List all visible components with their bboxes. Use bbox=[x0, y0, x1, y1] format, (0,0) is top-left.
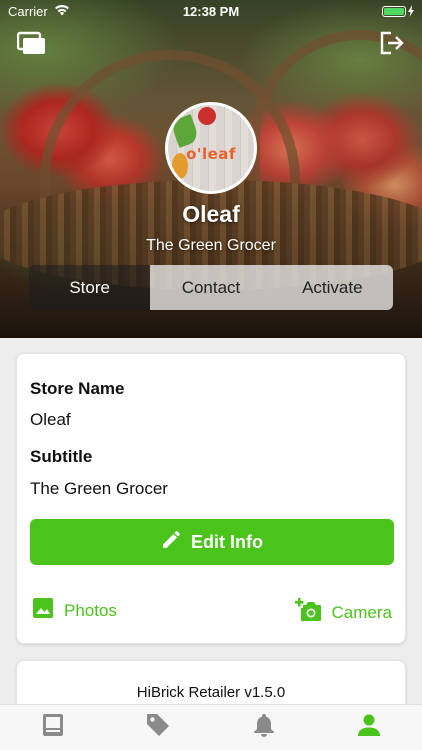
photos-button[interactable]: Photos bbox=[32, 597, 117, 624]
segment-store[interactable]: Store bbox=[29, 265, 151, 310]
logout-icon[interactable] bbox=[378, 30, 408, 58]
edit-info-label: Edit Info bbox=[191, 531, 263, 552]
camera-button[interactable]: Camera bbox=[294, 597, 392, 628]
subtitle-value: The Green Grocer bbox=[30, 479, 168, 498]
store-name-value: Oleaf bbox=[30, 410, 71, 429]
tag-icon bbox=[145, 712, 171, 743]
segment-contact[interactable]: Contact bbox=[150, 265, 272, 310]
carrier-label: Carrier bbox=[8, 3, 48, 19]
pencil-icon bbox=[161, 530, 181, 555]
battery-level bbox=[384, 7, 404, 15]
wifi-icon bbox=[54, 4, 70, 19]
segment-activate[interactable]: Activate bbox=[271, 265, 393, 310]
camera-label: Camera bbox=[331, 602, 392, 622]
bottom-tab-bar bbox=[0, 704, 422, 750]
bell-icon bbox=[253, 712, 275, 743]
store-subtitle-heading: The Green Grocer bbox=[146, 237, 276, 254]
tab-notifications[interactable] bbox=[211, 705, 317, 750]
image-icon bbox=[32, 597, 54, 624]
store-header-banner: Carrier 12:38 PM o'leaf Oleaf The Green … bbox=[0, 0, 422, 338]
app-version-text: HiBrick Retailer v1.5.0 bbox=[136, 684, 286, 701]
catalog-icon bbox=[42, 713, 64, 742]
profile-segmented-control: Store Contact Activate bbox=[29, 265, 393, 310]
store-avatar[interactable]: o'leaf bbox=[165, 102, 257, 194]
battery-icon bbox=[382, 5, 414, 17]
profile-icon bbox=[357, 713, 381, 742]
store-name-label: Store Name bbox=[30, 379, 125, 398]
tab-tags[interactable] bbox=[106, 705, 212, 750]
store-name-heading: Oleaf bbox=[182, 201, 240, 227]
tab-profile[interactable] bbox=[317, 705, 422, 750]
status-bar: Carrier 12:38 PM bbox=[0, 0, 422, 22]
store-logo: o'leaf bbox=[186, 145, 236, 163]
photos-label: Photos bbox=[64, 600, 117, 620]
store-info-card: Store Name Oleaf Subtitle The Green Groc… bbox=[16, 353, 406, 644]
edit-info-button[interactable]: Edit Info bbox=[30, 519, 394, 565]
add-camera-icon bbox=[294, 597, 322, 628]
tab-catalog[interactable] bbox=[0, 705, 106, 750]
gallery-icon[interactable] bbox=[16, 30, 47, 58]
subtitle-label: Subtitle bbox=[30, 447, 93, 466]
